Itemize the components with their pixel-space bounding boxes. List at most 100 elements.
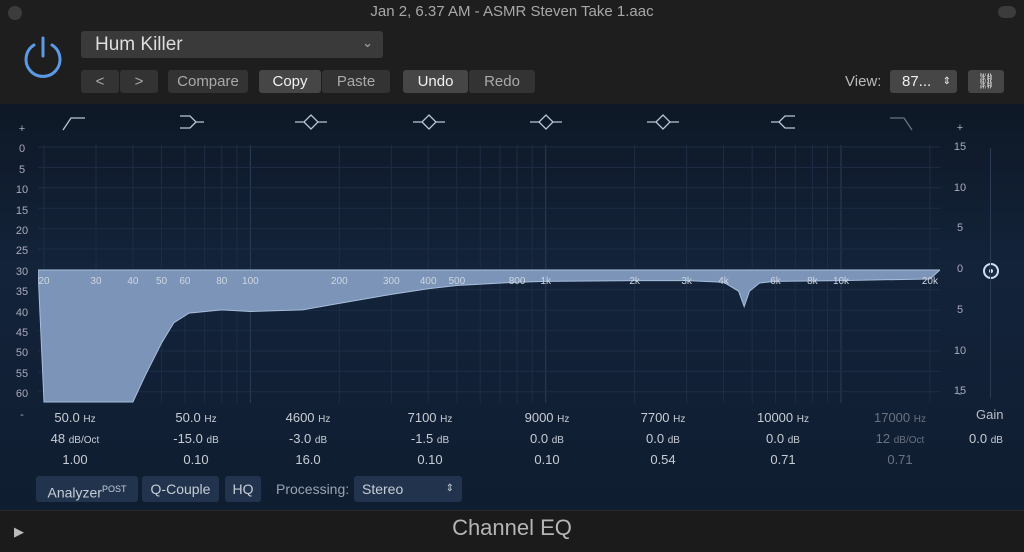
gain-value: 0.0 dB	[969, 431, 1003, 446]
link-button[interactable]: ⛓	[968, 70, 1004, 93]
eq-graph[interactable]	[38, 145, 940, 403]
right-axis-label: 15	[953, 141, 967, 153]
value: 17000	[873, 410, 911, 425]
value: 50.0	[54, 410, 80, 425]
band-3-freq[interactable]: 4600 Hz	[248, 410, 368, 425]
band-7-freq[interactable]: 10000 Hz	[723, 410, 843, 425]
unit: dB	[667, 435, 680, 446]
band-8-gain[interactable]: 12 dB/Oct	[840, 431, 960, 446]
band-1-freq[interactable]: 50.0 Hz	[15, 410, 135, 425]
left-axis-label: 55	[15, 367, 29, 380]
band-1-q[interactable]: 1.00	[15, 452, 135, 467]
value: -3.0	[288, 431, 312, 446]
frequency-label: 20k	[921, 276, 938, 287]
band-3-gain[interactable]: -3.0 dB	[248, 431, 368, 446]
value: 0.71	[770, 452, 796, 467]
value: 1.00	[62, 452, 88, 467]
frequency-label: 30	[90, 276, 102, 287]
frequency-label: 1k	[540, 276, 551, 287]
left-axis-label: 60	[15, 388, 29, 401]
unit: Hz	[83, 414, 96, 425]
window-control-button[interactable]	[998, 6, 1016, 18]
power-icon[interactable]	[20, 34, 66, 80]
compare-button[interactable]: Compare	[168, 70, 248, 93]
right-axis-label: 5	[956, 303, 964, 316]
band-2-q[interactable]: 0.10	[136, 452, 256, 467]
left-axis-label: 10	[15, 184, 29, 197]
high-shelf-icon[interactable]	[771, 115, 795, 129]
copy-button[interactable]: Copy	[259, 70, 321, 93]
band-8-q[interactable]: 0.71	[840, 452, 960, 467]
left-axis-label: 40	[15, 306, 29, 319]
bell-icon[interactable]	[647, 114, 679, 130]
frequency-label: 500	[448, 276, 466, 287]
gain-label: Gain	[976, 407, 1004, 422]
right-axis-label: 10	[953, 344, 967, 357]
unit: Hz	[913, 414, 926, 425]
frequency-label: 4k	[718, 276, 729, 287]
frequency-label: 20	[38, 276, 50, 287]
unit: dB	[787, 435, 800, 446]
q-couple-button[interactable]: Q-Couple	[142, 476, 219, 502]
band-7-q[interactable]: 0.71	[723, 452, 843, 467]
band-3-q[interactable]: 16.0	[248, 452, 368, 467]
frequency-label: 3k	[681, 276, 692, 287]
high-cut-icon[interactable]	[890, 117, 913, 131]
left-axis-label: +	[18, 123, 26, 135]
left-axis-label: 45	[15, 327, 29, 339]
frequency-label: 400	[419, 276, 437, 287]
value: 0.0	[766, 431, 785, 446]
band-6-gain[interactable]: 0.0 dB	[603, 431, 723, 446]
unit: dB	[314, 435, 328, 446]
band-5-q[interactable]: 0.10	[487, 452, 607, 467]
band-4-gain[interactable]: -1.5 dB	[370, 431, 490, 446]
band-7-gain[interactable]: 0.0 dB	[723, 431, 843, 446]
redo-button[interactable]: Redo	[469, 70, 535, 93]
unit: Hz	[796, 414, 809, 425]
frequency-label: 6k	[770, 276, 781, 287]
bell-icon[interactable]	[295, 114, 327, 130]
left-axis-label: 35	[15, 286, 29, 299]
post-label: POST	[101, 484, 127, 494]
band-5-freq[interactable]: 9000 Hz	[487, 410, 607, 425]
band-2-gain[interactable]: -15.0 dB	[136, 431, 256, 446]
undo-button[interactable]: Undo	[403, 70, 468, 93]
value: 0.71	[887, 452, 913, 467]
view-zoom-dropdown[interactable]: 87... ⇕	[890, 70, 957, 93]
bell-icon[interactable]	[530, 114, 562, 130]
value: 12	[875, 431, 891, 446]
next-preset-button[interactable]: >	[120, 70, 158, 93]
previous-preset-button[interactable]: <	[81, 70, 119, 93]
unit: dB	[436, 435, 450, 446]
value: -15.0	[173, 431, 203, 446]
low-shelf-icon[interactable]	[180, 115, 204, 129]
right-axis-label: 10	[953, 181, 967, 194]
unit: dB/Oct	[68, 435, 100, 446]
band-6-q[interactable]: 0.54	[603, 452, 723, 467]
left-axis-label: 30	[15, 265, 29, 278]
hq-button[interactable]: HQ	[225, 476, 261, 502]
value: 9000	[524, 410, 554, 425]
band-1-gain[interactable]: 48 dB/Oct	[15, 431, 135, 446]
band-4-freq[interactable]: 7100 Hz	[370, 410, 490, 425]
left-axis-label: 5	[18, 163, 26, 176]
bell-icon[interactable]	[413, 114, 445, 130]
processing-dropdown[interactable]: Stereo ⇕	[354, 476, 462, 502]
paste-button[interactable]: Paste	[322, 70, 390, 93]
preset-dropdown[interactable]: Hum Killer ⌄	[81, 31, 383, 58]
band-5-gain[interactable]: 0.0 dB	[487, 431, 607, 446]
band-4-q[interactable]: 0.10	[370, 452, 490, 467]
band-6-freq[interactable]: 7700 Hz	[603, 410, 723, 425]
value: 7700	[640, 410, 670, 425]
value: -1.5	[410, 431, 434, 446]
value: 0.10	[417, 452, 443, 467]
plugin-name: Channel EQ	[452, 515, 572, 540]
analyzer-button[interactable]: AnalyzerPOST	[36, 476, 138, 502]
band-2-freq[interactable]: 50.0 Hz	[136, 410, 256, 425]
gain-slider-handle[interactable]	[980, 260, 1002, 282]
gain-slider-track[interactable]	[990, 148, 991, 398]
unit: dB	[551, 435, 564, 446]
frequency-label: 200	[330, 276, 348, 287]
low-cut-icon[interactable]	[62, 117, 85, 131]
band-8-freq[interactable]: 17000 Hz	[840, 410, 960, 425]
